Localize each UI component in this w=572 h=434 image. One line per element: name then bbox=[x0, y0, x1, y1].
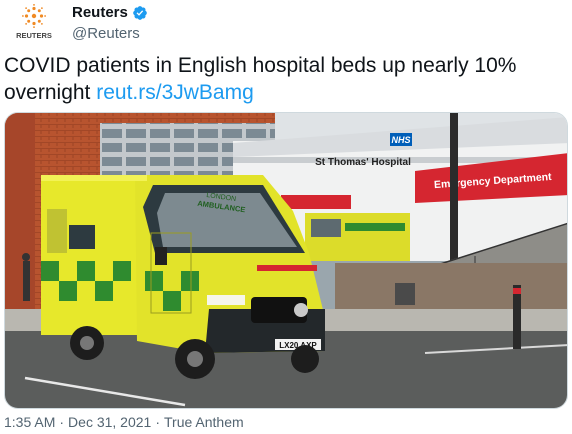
tweet-body: COVID patients in English hospital beds … bbox=[4, 54, 517, 104]
tweet-text: COVID patients in English hospital beds … bbox=[4, 52, 564, 106]
tweet-header: REUTERS Reuters @Reuters bbox=[10, 2, 562, 46]
logo-caption: REUTERS bbox=[16, 31, 52, 40]
tweet-photo[interactable]: NHS St Thomas' Hospital Emergency Depart… bbox=[4, 112, 568, 409]
tweet-date[interactable]: Dec 31, 2021 bbox=[68, 414, 151, 430]
tweet-time[interactable]: 1:35 AM bbox=[4, 414, 55, 430]
tweet-meta: 1:35 AM · Dec 31, 2021 · True Anthem bbox=[4, 414, 244, 430]
nhs-sign-text: NHS bbox=[391, 135, 410, 145]
tweet-source[interactable]: True Anthem bbox=[164, 414, 244, 430]
meta-separator: · bbox=[59, 414, 65, 430]
tweet-link[interactable]: reut.rs/3JwBamg bbox=[96, 81, 254, 104]
ambulance-photo: NHS St Thomas' Hospital Emergency Depart… bbox=[5, 113, 567, 408]
hospital-name-sign: St Thomas' Hospital bbox=[315, 157, 411, 168]
account-handle[interactable]: @Reuters bbox=[72, 25, 140, 42]
account-name[interactable]: Reuters bbox=[72, 4, 128, 21]
account-name-row[interactable]: Reuters bbox=[72, 4, 148, 21]
reuters-logo[interactable]: REUTERS bbox=[12, 4, 56, 42]
meta-separator: · bbox=[155, 414, 161, 430]
verified-badge-icon bbox=[133, 5, 147, 20]
ambulance: LX20 AXP LONDON AMBULANCE bbox=[41, 175, 325, 379]
